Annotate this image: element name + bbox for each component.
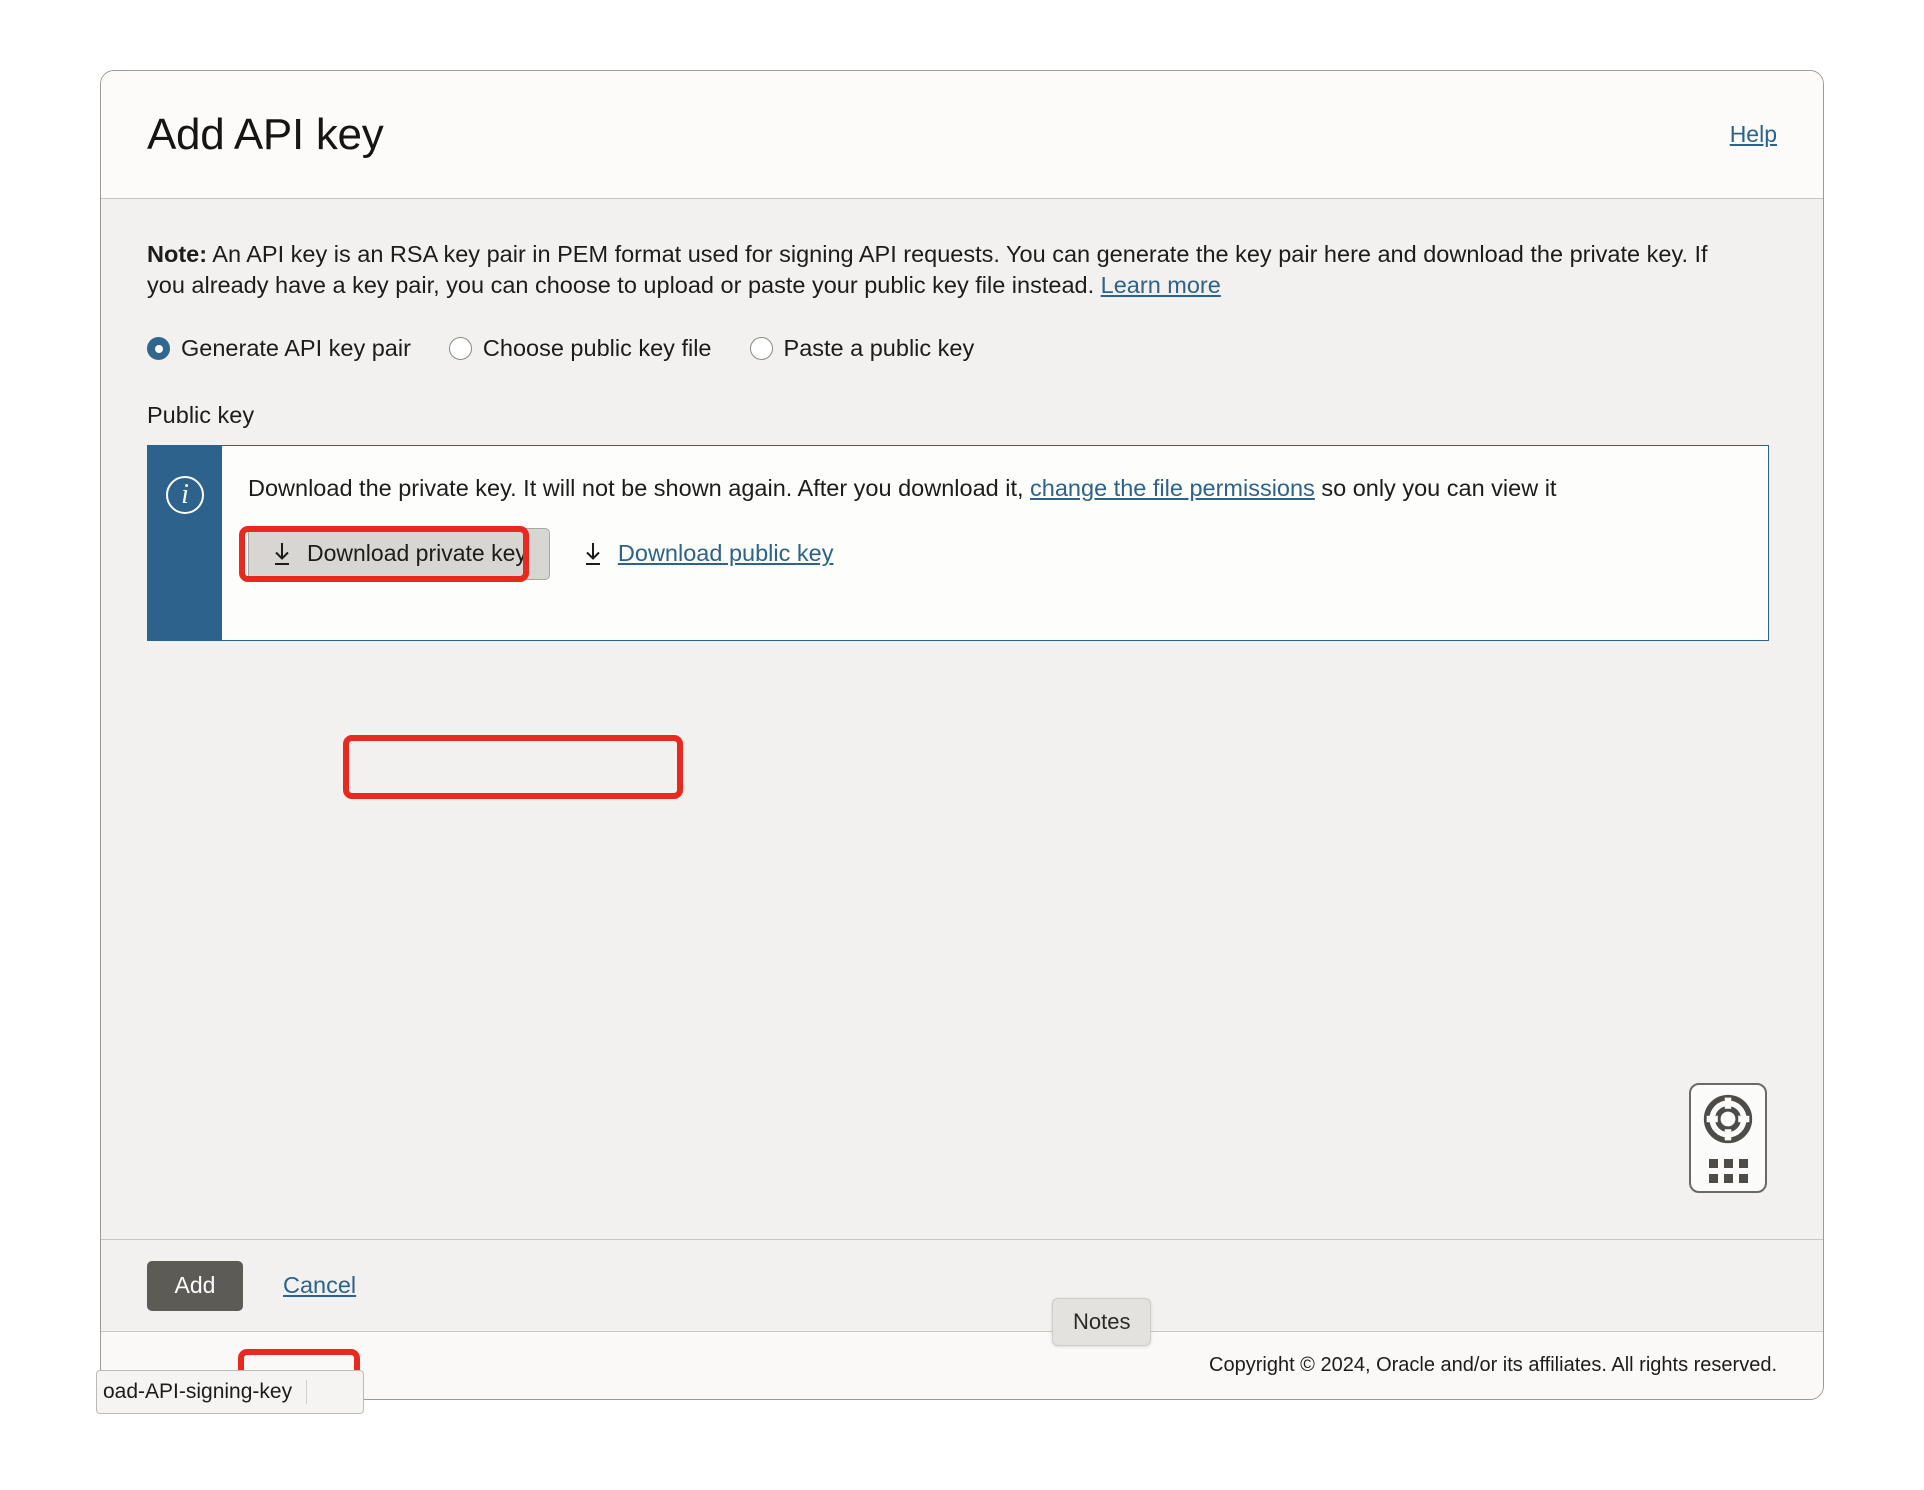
info-banner-content: Download the private key. It will not be…	[222, 446, 1768, 640]
note-body-text: An API key is an RSA key pair in PEM for…	[147, 241, 1708, 299]
note-paragraph: Note: An API key is an RSA key pair in P…	[147, 239, 1747, 302]
help-link[interactable]: Help	[1730, 121, 1777, 148]
radio-mark-icon	[448, 337, 472, 360]
radio-label: Paste a public key	[783, 335, 975, 361]
radio-mark-selected-icon	[147, 337, 170, 360]
radio-generate-api-key-pair[interactable]: Generate API key pair	[147, 327, 411, 371]
info-banner-text: Download the private key. It will not be…	[248, 474, 1768, 502]
info-icon: i	[166, 475, 204, 514]
radio-label: Generate API key pair	[181, 335, 411, 361]
cancel-link[interactable]: Cancel	[283, 1272, 356, 1299]
notes-button[interactable]: Notes	[1052, 1298, 1152, 1346]
note-bold-prefix: Note:	[147, 241, 208, 267]
key-source-radio-group: Generate API key pair Choose public key …	[147, 324, 1777, 374]
download-public-key-link[interactable]: Download public key	[618, 540, 834, 567]
radio-label: Choose public key file	[482, 335, 712, 361]
radio-paste-a-public-key[interactable]: Paste a public key	[749, 327, 975, 371]
download-chip[interactable]: oad-API-signing-key	[96, 1370, 365, 1414]
annotation-highlight-download-private-key	[343, 735, 683, 799]
add-button[interactable]: Add	[147, 1260, 243, 1311]
dialog-header: Add API key Help	[101, 71, 1823, 199]
download-arrow-icon	[582, 541, 604, 567]
info-text-before-link: Download the private key. It will not be…	[248, 474, 1031, 501]
copyright-text: Copyright © 2024, Oracle and/or its affi…	[1209, 1354, 1777, 1376]
private-key-info-banner: i Download the private key. It will not …	[147, 444, 1769, 641]
add-api-key-dialog: Add API key Help Note: An API key is an …	[100, 70, 1824, 1400]
app-grid-icon	[1708, 1159, 1748, 1183]
change-file-permissions-link[interactable]: change the file permissions	[1030, 475, 1315, 501]
download-arrow-icon	[271, 541, 293, 567]
radio-choose-public-key-file[interactable]: Choose public key file	[448, 327, 712, 371]
dialog-action-bar: Add Cancel	[101, 1239, 1823, 1331]
learn-more-link[interactable]: Learn more	[1101, 272, 1221, 298]
download-private-key-button[interactable]: Download private key	[248, 527, 550, 580]
public-key-field-label: Public key	[147, 401, 255, 428]
info-text-after-link: so only you can view it	[1314, 474, 1557, 501]
download-private-key-label: Download private key	[307, 540, 527, 567]
page-title: Add API key	[147, 109, 384, 159]
download-actions-row: Download private key Download public key	[248, 527, 1768, 580]
support-widget[interactable]	[1689, 1083, 1767, 1193]
lifebuoy-icon	[1702, 1093, 1754, 1150]
dialog-body: Note: An API key is an RSA key pair in P…	[101, 199, 1823, 1239]
download-chip-filename: oad-API-signing-key	[97, 1380, 308, 1404]
radio-mark-icon	[749, 337, 773, 360]
info-banner-stripe: i	[148, 445, 222, 640]
download-public-key-action[interactable]: Download public key	[582, 540, 834, 567]
